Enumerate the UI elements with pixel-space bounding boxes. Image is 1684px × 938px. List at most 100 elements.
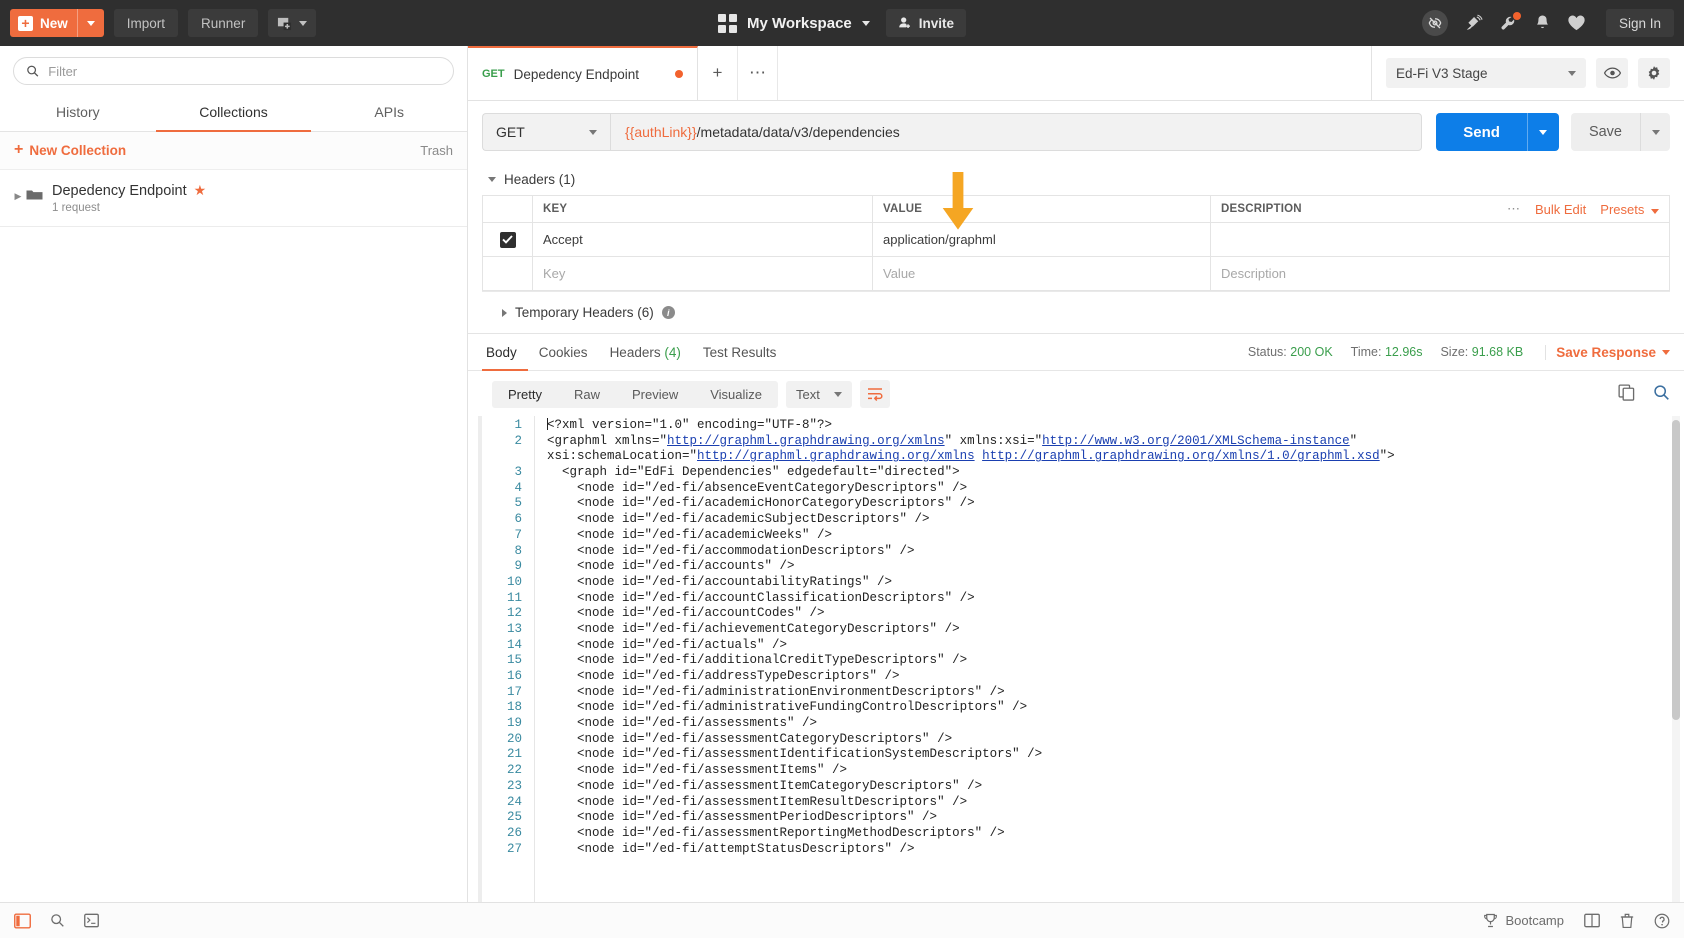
- table-row[interactable]: Key Value Description: [482, 256, 1670, 291]
- sidebar-tab-apis[interactable]: APIs: [311, 95, 467, 132]
- import-button[interactable]: Import: [113, 9, 179, 37]
- new-collection-label: New Collection: [29, 142, 127, 158]
- header-row-key-cell[interactable]: Accept: [532, 222, 873, 257]
- sign-in-button[interactable]: Sign In: [1605, 9, 1674, 37]
- response-tab-headers[interactable]: Headers (4): [599, 334, 692, 371]
- find-button[interactable]: [50, 913, 65, 928]
- request-tab-title: Depedency Endpoint: [513, 66, 639, 82]
- send-button[interactable]: Send: [1436, 113, 1527, 151]
- sidebar-tab-history-label: History: [56, 104, 100, 120]
- placeholder-description-cell[interactable]: Description: [1210, 256, 1670, 291]
- response-body-viewer[interactable]: 1 2 3 4 5 6 7 8 9 10 11 12 13 14 15 16 17 18 19 20 21 22 23 24 2…: [468, 416, 1684, 902]
- tab-options-button[interactable]: ⋯: [738, 46, 778, 100]
- response-tab-cookies[interactable]: Cookies: [528, 334, 599, 371]
- view-mode-pretty[interactable]: Pretty: [492, 381, 558, 408]
- save-button[interactable]: Save: [1570, 113, 1640, 151]
- settings-wrench-button[interactable]: [1499, 11, 1521, 33]
- chevron-down-icon: [1662, 349, 1670, 355]
- new-button-dropdown[interactable]: [76, 9, 104, 37]
- view-mode-preview[interactable]: Preview: [616, 381, 694, 408]
- code-line: <node id="/ed-fi/actuals" />: [547, 637, 788, 652]
- new-window-button[interactable]: [268, 9, 317, 37]
- toggle-sidebar-button[interactable]: [14, 912, 31, 929]
- request-tab[interactable]: GET Depedency Endpoint: [468, 46, 698, 100]
- environment-quick-look-button[interactable]: [1596, 58, 1628, 88]
- chevron-right-icon[interactable]: ▶: [10, 182, 26, 202]
- search-input[interactable]: [48, 63, 441, 79]
- filter-row: [0, 46, 467, 95]
- sync-disabled-button[interactable]: [1421, 10, 1448, 36]
- line-number: 4: [514, 480, 522, 495]
- copy-button[interactable]: [1618, 384, 1635, 404]
- send-options-button[interactable]: [1526, 113, 1559, 151]
- placeholder-key-cell[interactable]: Key: [532, 256, 873, 291]
- eye-icon: [1603, 67, 1621, 79]
- request-tab-method: GET: [482, 68, 505, 80]
- trash-button[interactable]: [1620, 913, 1634, 929]
- save-response-button[interactable]: Save Response: [1545, 344, 1670, 360]
- sidebar-tab-history[interactable]: History: [0, 95, 156, 132]
- new-button[interactable]: + New: [10, 9, 104, 37]
- bootcamp-button[interactable]: Bootcamp: [1483, 913, 1564, 928]
- url-input[interactable]: {{authLink}}/metadata/data/v3/dependenci…: [610, 113, 1423, 151]
- response-format-selector[interactable]: Text: [786, 380, 852, 408]
- chevron-down-icon: [1539, 129, 1548, 135]
- filter-box[interactable]: [13, 57, 454, 85]
- favorites-button[interactable]: [1567, 14, 1586, 32]
- runner-button[interactable]: Runner: [188, 9, 259, 37]
- wrap-lines-button[interactable]: [859, 380, 890, 408]
- response-tab-body[interactable]: Body: [482, 334, 528, 371]
- bulk-edit-button[interactable]: Bulk Edit: [1535, 202, 1586, 217]
- notification-dot: [1512, 11, 1521, 20]
- headers-more-button[interactable]: ⋯: [1507, 201, 1521, 217]
- header-row-value-cell[interactable]: application/graphml: [872, 222, 1211, 257]
- table-row[interactable]: Accept application/graphml: [482, 222, 1670, 257]
- http-method-selector[interactable]: GET: [482, 113, 610, 151]
- trash-link[interactable]: Trash: [420, 143, 453, 158]
- chevron-down-icon: [833, 391, 842, 397]
- code-rail: [478, 416, 482, 902]
- headers-value-column: VALUE: [872, 195, 1211, 223]
- line-number: 19: [506, 716, 522, 731]
- header-enabled-checkbox[interactable]: [499, 231, 516, 248]
- new-tab-button[interactable]: +: [698, 46, 738, 100]
- view-mode-visualize[interactable]: Visualize: [694, 381, 778, 408]
- sidebar-tab-apis-label: APIs: [374, 104, 404, 120]
- list-item[interactable]: ▶ Depedency Endpoint ★ 1 request: [0, 170, 467, 224]
- header-row-description-cell[interactable]: [1210, 222, 1670, 257]
- presets-button[interactable]: Presets: [1600, 202, 1659, 217]
- search-icon: [51, 914, 64, 927]
- environment-selector[interactable]: Ed-Fi V3 Stage: [1386, 58, 1586, 88]
- tab-filler: [778, 46, 1371, 100]
- temporary-headers-toggle[interactable]: Temporary Headers (6) i: [482, 291, 1670, 333]
- collection-text: Depedency Endpoint ★ 1 request: [48, 182, 206, 214]
- headers-section-title[interactable]: Headers (1): [482, 164, 1670, 195]
- search-body-button[interactable]: [1653, 384, 1670, 404]
- save-options-button[interactable]: [1640, 113, 1670, 151]
- request-tab-bar: GET Depedency Endpoint + ⋯ Ed-Fi V3 Stag…: [468, 46, 1684, 101]
- line-number: 21: [506, 747, 522, 762]
- info-icon[interactable]: i: [661, 306, 675, 319]
- response-tab-test-results[interactable]: Test Results: [692, 334, 788, 371]
- sidebar-tab-collections[interactable]: Collections: [155, 95, 312, 132]
- view-mode-raw[interactable]: Raw: [558, 381, 616, 408]
- new-collection-button[interactable]: + New Collection: [14, 142, 126, 158]
- chevron-down-icon[interactable]: [861, 20, 870, 26]
- two-pane-view-button[interactable]: [1584, 913, 1600, 928]
- help-button[interactable]: [1654, 913, 1670, 929]
- header-value-value: application/graphml: [883, 232, 996, 247]
- satellite-button[interactable]: [1464, 14, 1483, 33]
- notifications-button[interactable]: [1534, 14, 1551, 32]
- environment-settings-button[interactable]: [1638, 58, 1670, 88]
- size-group: Size: 91.68 KB: [1440, 345, 1523, 359]
- response-scrollbar-thumb[interactable]: [1672, 420, 1680, 720]
- console-button[interactable]: [84, 913, 99, 928]
- star-icon[interactable]: ★: [194, 182, 207, 199]
- code-lines[interactable]: <?xml version="1.0" encoding="UTF-8"?> <g…: [534, 416, 1684, 902]
- invite-button[interactable]: Invite: [885, 9, 967, 37]
- two-pane-icon: [1584, 913, 1600, 928]
- chevron-down-icon: [589, 129, 597, 135]
- placeholder-value-cell[interactable]: Value: [872, 256, 1211, 291]
- workspace-name[interactable]: My Workspace: [747, 15, 852, 32]
- code-line: <node id="/ed-fi/academicHonorCategoryDe…: [547, 496, 975, 511]
